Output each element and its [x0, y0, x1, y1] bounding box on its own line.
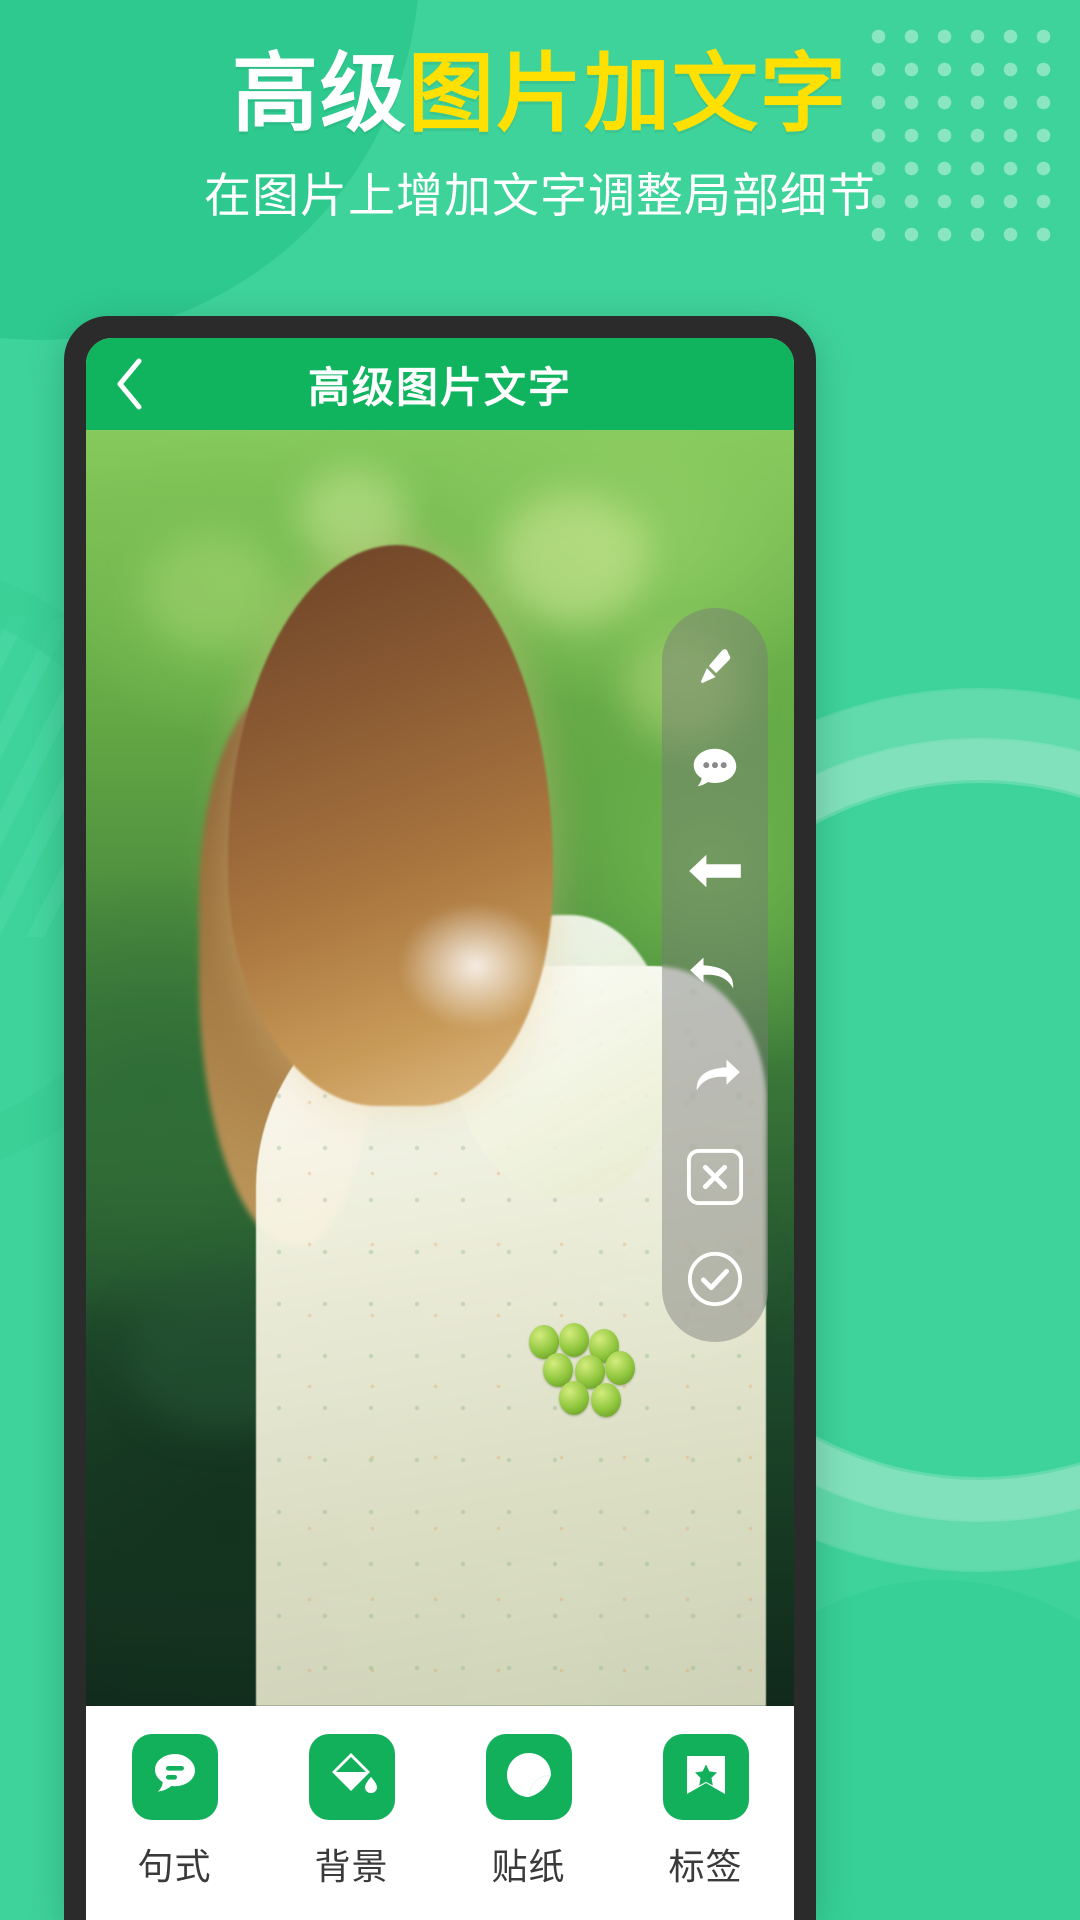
arrow-tool-button[interactable]: [672, 828, 758, 914]
photo-canvas[interactable]: [86, 430, 794, 1706]
tab-icon-wrap: [308, 1734, 395, 1820]
tab-icon-wrap: [485, 1734, 572, 1820]
tab-background[interactable]: 背景: [277, 1734, 427, 1890]
paint-bucket-icon: [324, 1747, 380, 1808]
tab-tag[interactable]: 标签: [631, 1734, 781, 1890]
confirm-button[interactable]: [672, 1236, 758, 1322]
floating-tool-panel: [662, 608, 768, 1342]
tab-label: 背景: [314, 1846, 389, 1887]
photo-bokeh: [142, 532, 283, 653]
photo-highlight: [397, 902, 554, 1030]
phone-screen: 高级图片文字 句式 背景 贴纸 标签: [86, 338, 794, 1920]
chevron-left-icon: [112, 356, 146, 412]
page-title: 高级图片文字: [307, 363, 572, 411]
tab-label: 贴纸: [491, 1846, 566, 1887]
promo-headline: 高级图片加文字: [0, 48, 1080, 141]
phone-mockup: 高级图片文字 句式 背景 贴纸 标签: [64, 316, 816, 1920]
promo-subheadline: 在图片上增加文字调整局部细节: [204, 168, 876, 222]
cancel-button[interactable]: [672, 1134, 758, 1220]
sticker-icon: [501, 1747, 557, 1808]
photo-grapes: [525, 1323, 645, 1476]
redo-button[interactable]: [672, 1032, 758, 1118]
brush-icon: [692, 644, 738, 690]
tab-icon-wrap: [131, 1734, 218, 1820]
speech-bubble-lines-icon: [147, 1747, 203, 1808]
tab-label: 句式: [137, 1846, 212, 1887]
tab-icon-wrap: [662, 1734, 749, 1820]
tab-sentence-style[interactable]: 句式: [100, 1734, 250, 1890]
tag-star-icon: [678, 1747, 734, 1808]
app-header: 高级图片文字: [86, 338, 794, 430]
promo-headline-white: 高级: [232, 46, 408, 142]
photo-bokeh: [496, 493, 647, 624]
promo-headline-yellow: 图片加文字: [408, 46, 848, 142]
redo-icon: [686, 1052, 744, 1098]
arrow-left-icon: [685, 849, 745, 893]
tab-sticker[interactable]: 贴纸: [454, 1734, 604, 1890]
promo-text-block: 高级图片加文字 在图片上增加文字调整局部细节: [0, 48, 1080, 226]
undo-icon: [686, 950, 744, 996]
bottom-tab-bar: 句式 背景 贴纸 标签: [86, 1706, 794, 1920]
check-icon: [686, 1250, 744, 1308]
brush-tool-button[interactable]: [672, 624, 758, 710]
speech-bubble-icon: [686, 740, 744, 798]
tab-label: 标签: [668, 1846, 743, 1887]
text-bubble-tool-button[interactable]: [672, 726, 758, 812]
back-button[interactable]: [86, 338, 172, 430]
close-icon: [686, 1148, 744, 1206]
undo-button[interactable]: [672, 930, 758, 1016]
